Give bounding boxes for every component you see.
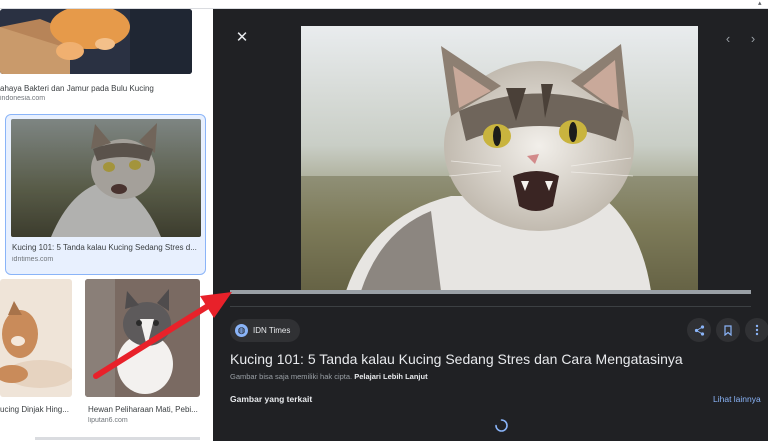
related-images-heading: Gambar yang terkait xyxy=(230,394,313,404)
result-source: idntimes.com xyxy=(12,256,54,263)
globe-icon: ◍ xyxy=(235,324,248,337)
loading-spinner-icon xyxy=(495,419,508,432)
screen: ▴ ahaya Bakteri dan Jamur pada Bulu Kuci… xyxy=(0,0,768,441)
result-source: liputan6.com xyxy=(88,417,128,424)
share-icon xyxy=(694,324,704,336)
share-button[interactable] xyxy=(687,318,711,342)
result-thumbnail-bulu-kucing[interactable] xyxy=(0,9,192,74)
next-image-icon[interactable]: › xyxy=(746,31,760,47)
next-row-divider xyxy=(35,437,200,440)
result-thumbnail-hewan-peliharaan[interactable] xyxy=(85,279,200,397)
kitten-image xyxy=(85,279,200,397)
divider xyxy=(230,306,751,307)
result-caption[interactable]: ahaya Bakteri dan Jamur pada Bulu Kucing xyxy=(0,84,200,93)
result-caption[interactable]: ucing Dinjak Hing... xyxy=(0,405,72,414)
see-more-link[interactable]: Lihat lainnya xyxy=(713,394,761,404)
preview-image[interactable] xyxy=(301,26,698,291)
scroll-up-icon[interactable]: ▴ xyxy=(758,0,766,8)
bookmark-icon xyxy=(724,324,732,336)
result-thumbnail-kucing-101[interactable] xyxy=(11,119,201,237)
browser-top-edge: ▴ xyxy=(0,0,768,9)
source-chip[interactable]: ◍ IDN Times xyxy=(230,319,301,342)
stressed-cat-photo xyxy=(301,26,698,291)
result-caption[interactable]: Kucing 101: 5 Tanda kalau Kucing Sedang … xyxy=(12,243,202,252)
save-button[interactable] xyxy=(716,318,740,342)
image-viewer-panel: ✕ ‹ › ◍ IDN Times Kucing 101: 5 Tanda ka… xyxy=(213,9,768,441)
cat-lying-image xyxy=(0,279,72,397)
source-chip-label: IDN Times xyxy=(253,326,291,335)
progress-fill xyxy=(230,290,751,294)
previous-image-icon[interactable]: ‹ xyxy=(721,31,735,47)
image-results-grid: ahaya Bakteri dan Jamur pada Bulu Kucing… xyxy=(0,9,213,441)
copyright-note-text: Gambar bisa saja memiliki hak cipta. xyxy=(230,372,353,381)
learn-more-link[interactable]: Pelajari Lebih Lanjut xyxy=(354,372,427,381)
image-load-progress-bar xyxy=(230,290,751,294)
cat-in-box-image xyxy=(0,9,192,74)
image-title-link[interactable]: Kucing 101: 5 Tanda kalau Kucing Sedang … xyxy=(230,351,750,367)
copyright-note: Gambar bisa saja memiliki hak cipta. Pel… xyxy=(230,372,428,381)
result-caption[interactable]: Hewan Peliharaan Mati, Pebi... xyxy=(88,405,200,414)
more-options-button[interactable] xyxy=(745,318,768,342)
more-vert-icon xyxy=(755,324,759,336)
result-card-selected[interactable]: Kucing 101: 5 Tanda kalau Kucing Sedang … xyxy=(5,114,206,275)
cat-image-dimmed xyxy=(11,119,201,237)
result-thumbnail-kucing-dinjak[interactable] xyxy=(0,279,72,397)
result-source: indonesia.com xyxy=(0,95,46,102)
close-icon[interactable]: ✕ xyxy=(233,29,251,47)
